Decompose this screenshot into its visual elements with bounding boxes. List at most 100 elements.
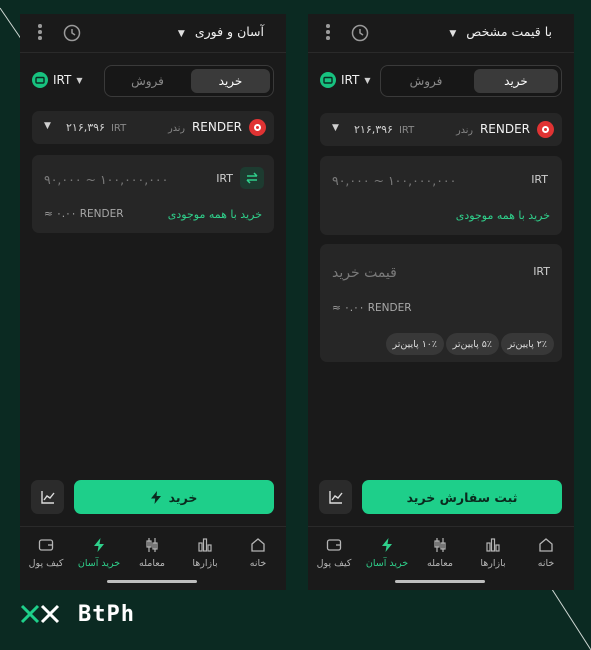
tab-label: خرید آسان bbox=[365, 558, 409, 569]
amount-card: ۹۰,۰۰۰ ~ ۱۰۰,۰۰۰,۰۰۰ IRT خرید با همه موج… bbox=[320, 156, 562, 235]
render-coin-icon bbox=[249, 119, 266, 136]
lightning-icon bbox=[382, 538, 392, 552]
top-bar: با قیمت مشخص ▼ bbox=[308, 14, 574, 52]
chevron-down-icon: ▼ bbox=[177, 29, 185, 39]
tab-trade[interactable]: معامله bbox=[128, 537, 176, 569]
buy-button-label: خرید bbox=[168, 489, 198, 505]
tab-wallet[interactable]: کیف پول bbox=[310, 537, 358, 569]
asset-price: ۲۱۶,۳۹۶ bbox=[354, 123, 393, 136]
chart-button[interactable] bbox=[319, 480, 352, 514]
amount-input[interactable]: ۹۰,۰۰۰ ~ ۱۰۰,۰۰۰,۰۰۰ bbox=[44, 172, 168, 187]
currency-selector[interactable]: IRT ▼ bbox=[32, 70, 83, 90]
estimated-amount: ≈ ۰.۰۰ RENDER bbox=[44, 208, 124, 220]
candlestick-icon bbox=[434, 538, 446, 552]
buy-sell-toggle: فروش خرید bbox=[380, 65, 562, 97]
brand-name: BtPh bbox=[78, 601, 135, 627]
home-indicator bbox=[107, 580, 197, 583]
order-mode-selector[interactable]: آسان و فوری ▼ bbox=[178, 24, 264, 39]
wallet-icon bbox=[38, 539, 54, 551]
currency-label: IRT bbox=[341, 73, 360, 87]
tab-label: معامله bbox=[139, 558, 165, 569]
chart-icon bbox=[40, 491, 55, 504]
tab-label: بازارها bbox=[480, 558, 506, 569]
candlestick-icon bbox=[146, 538, 158, 552]
brand-mark-icon bbox=[20, 604, 60, 624]
tab-label: کیف پول bbox=[316, 558, 352, 569]
tab-wallet[interactable]: کیف پول bbox=[22, 537, 70, 569]
tab-easy-buy[interactable]: خرید آسان bbox=[363, 537, 411, 569]
tab-home[interactable]: خانه bbox=[522, 537, 570, 569]
buy-sell-toggle: فروش خرید bbox=[104, 65, 274, 97]
order-mode-label: با قیمت مشخص bbox=[466, 24, 552, 39]
wallet-icon bbox=[320, 72, 336, 88]
tab-label: خانه bbox=[249, 558, 267, 569]
currency-selector[interactable]: IRT ▼ bbox=[320, 70, 371, 90]
asset-price-unit: IRT bbox=[110, 123, 127, 134]
history-icon[interactable] bbox=[62, 23, 82, 43]
asset-name-fa: رندر bbox=[168, 123, 185, 134]
history-icon[interactable] bbox=[350, 23, 370, 43]
chevron-down-icon: ▼ bbox=[76, 75, 83, 85]
more-menu-icon[interactable] bbox=[324, 24, 332, 42]
bar-chart-icon bbox=[486, 538, 500, 552]
asset-price-unit: IRT bbox=[398, 125, 415, 136]
price-input[interactable]: قیمت خرید bbox=[332, 265, 397, 281]
tab-markets[interactable]: بازارها bbox=[469, 537, 517, 569]
phone-screen-limit-order: با قیمت مشخص ▼ IRT ▼ فروش خرید ▼ ۲۱۶,۳۹۶ I… bbox=[308, 14, 574, 590]
tab-sell[interactable]: فروش bbox=[384, 69, 468, 93]
amount-input[interactable]: ۹۰,۰۰۰ ~ ۱۰۰,۰۰۰,۰۰۰ bbox=[332, 173, 456, 188]
chart-button[interactable] bbox=[31, 480, 64, 514]
home-icon bbox=[251, 538, 265, 552]
chart-icon bbox=[328, 491, 343, 504]
tab-sell[interactable]: فروش bbox=[108, 69, 187, 93]
buy-button[interactable]: خرید bbox=[74, 480, 274, 514]
bar-chart-icon bbox=[198, 538, 212, 552]
currency-label: IRT bbox=[53, 73, 72, 87]
chevron-down-icon: ▼ bbox=[44, 121, 51, 131]
phone-screen-easy-buy: آسان و فوری ▼ IRT ▼ فروش خرید ▼ ۲۱۶,۳۹۶ IR… bbox=[20, 14, 286, 590]
swap-icon[interactable] bbox=[240, 167, 264, 189]
preset-chip[interactable]: ۲٪ پایین‌تر bbox=[500, 333, 554, 355]
divider bbox=[20, 52, 286, 53]
tab-home[interactable]: خانه bbox=[234, 537, 282, 569]
price-unit: IRT bbox=[533, 265, 550, 278]
lightning-icon bbox=[150, 490, 161, 504]
tab-easy-buy[interactable]: خرید آسان bbox=[75, 537, 123, 569]
tab-label: کیف پول bbox=[28, 558, 64, 569]
order-mode-selector[interactable]: با قیمت مشخص ▼ bbox=[449, 24, 552, 39]
chevron-down-icon: ▼ bbox=[332, 123, 339, 133]
tab-label: معامله bbox=[427, 558, 453, 569]
asset-name-fa: رندر bbox=[456, 125, 473, 136]
asset-price: ۲۱۶,۳۹۶ bbox=[66, 121, 105, 134]
price-card: قیمت خرید IRT ≈ ۰.۰۰ RENDER ۲٪ پایین‌تر … bbox=[320, 244, 562, 362]
wallet-icon bbox=[326, 539, 342, 551]
asset-selector[interactable]: ▼ ۲۱۶,۳۹۶ IRT رندر RENDER bbox=[320, 113, 562, 146]
order-mode-label: آسان و فوری bbox=[194, 24, 264, 39]
top-bar: آسان و فوری ▼ bbox=[20, 14, 286, 52]
tab-markets[interactable]: بازارها bbox=[181, 537, 229, 569]
more-menu-icon[interactable] bbox=[36, 24, 44, 42]
preset-chip[interactable]: ۱۰٪ پایین‌تر bbox=[385, 333, 444, 355]
preset-chip[interactable]: ۵٪ پایین‌تر bbox=[445, 333, 499, 355]
tab-buy[interactable]: خرید bbox=[191, 69, 270, 93]
asset-symbol: RENDER bbox=[479, 122, 530, 136]
asset-selector[interactable]: ▼ ۲۱۶,۳۹۶ IRT رندر RENDER bbox=[32, 111, 274, 144]
asset-symbol: RENDER bbox=[191, 120, 242, 134]
place-buy-order-button[interactable]: ثبت سفارش خرید bbox=[362, 480, 562, 514]
tab-label: خرید آسان bbox=[77, 558, 121, 569]
wallet-icon bbox=[32, 72, 48, 88]
buy-all-balance-link[interactable]: خرید با همه موجودی bbox=[168, 208, 262, 221]
tab-trade[interactable]: معامله bbox=[416, 537, 464, 569]
amount-unit: IRT bbox=[531, 173, 548, 186]
tab-buy[interactable]: خرید bbox=[474, 69, 558, 93]
chevron-down-icon: ▼ bbox=[364, 75, 371, 85]
amount-unit: IRT bbox=[216, 172, 233, 185]
buy-all-balance-link[interactable]: خرید با همه موجودی bbox=[456, 209, 550, 222]
estimated-amount: ≈ ۰.۰۰ RENDER bbox=[332, 302, 412, 314]
amount-card: ۹۰,۰۰۰ ~ ۱۰۰,۰۰۰,۰۰۰ IRT خرید با همه موج… bbox=[32, 155, 274, 233]
home-indicator bbox=[395, 580, 485, 583]
home-icon bbox=[539, 538, 553, 552]
render-coin-icon bbox=[537, 121, 554, 138]
tab-label: بازارها bbox=[192, 558, 218, 569]
brand-logo: BtPh bbox=[20, 601, 135, 627]
